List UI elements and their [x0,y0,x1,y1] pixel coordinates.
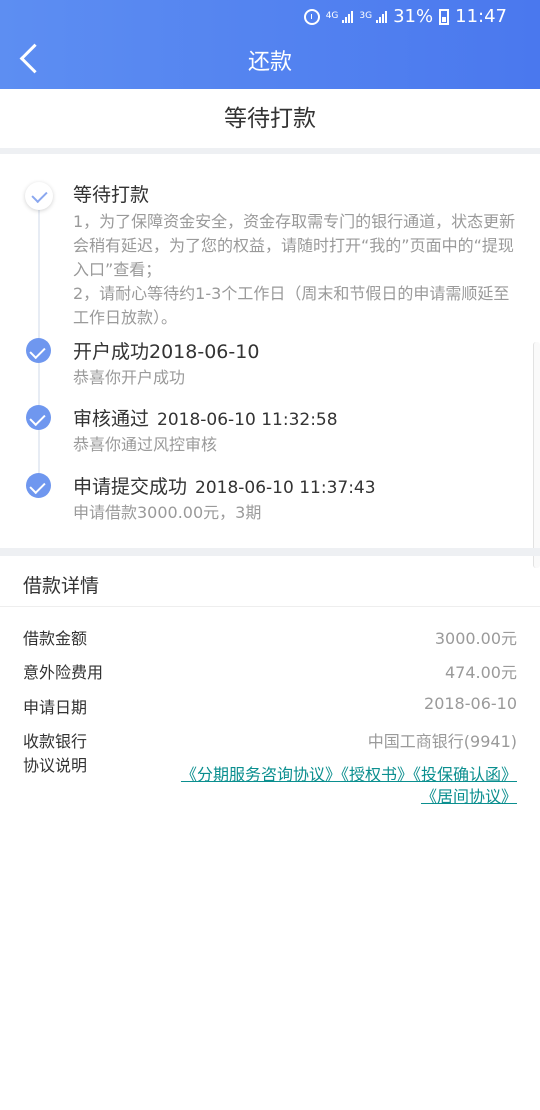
step-title: 申请提交成功 2018-06-10 11:37:43 [73,472,376,499]
detail-divider [0,606,540,607]
step-title: 等待打款 [73,184,150,206]
progress-timeline: 等待打款 1，为了保障资金安全，资金存取需专门的银行通道，状态更新会稍有延迟，为… [0,154,540,548]
network-3g-label: 3G [359,11,373,21]
insurance-fee-label: 意外险费用 [23,663,104,682]
alarm-icon [303,8,320,25]
pending-check-icon [25,182,53,210]
agreement-link[interactable]: 《居间协议》 [421,787,517,806]
header-bar: 4G 3G 31% 11:47 还款 [0,0,540,89]
step-time: 2018-06-10 11:37:43 [195,478,376,498]
signal-icon-2 [376,10,388,23]
step-description: 恭喜你开户成功 [73,368,186,387]
apply-date-value: 2018-06-10 [424,694,517,713]
network-4g-label: 4G [325,11,339,21]
status-title: 等待打款 [224,106,316,132]
loan-amount-value: 3000.00元 [434,629,517,648]
page-title: 还款 [247,50,292,75]
agreement-links: 《分期服务咨询协议》《授权书》《投保确认函》《居间协议》 [177,764,517,808]
completed-check-icon [26,473,51,498]
battery-percent: 31% [393,6,434,27]
status-bar: 4G 3G 31% 11:47 [0,0,540,34]
step-description: 1，为了保障资金安全，资金存取需专门的银行通道，状态更新会稍有延迟，为了您的权益… [73,212,516,327]
step-time: 2018-06-10 11:32:58 [157,410,338,430]
receiving-bank-label: 收款银行 [23,732,88,751]
step-title-text: 申请提交成功 [73,476,188,498]
step-title: 开户成功2018-06-10 [73,341,260,363]
agreement-label: 协议说明 [23,756,88,775]
clock-time: 11:47 [455,6,507,27]
signal-icon [342,10,354,23]
step-title-text: 审核通过 [73,408,150,430]
completed-check-icon [26,405,51,430]
agreement-link[interactable]: 《投保确认函》 [413,765,517,784]
scroll-indicator[interactable] [533,342,540,568]
loan-amount-label: 借款金额 [23,629,88,648]
agreement-link[interactable]: 《分期服务咨询协议》 [181,765,341,784]
step-description: 恭喜你通过风控审核 [73,435,218,454]
completed-check-icon [26,338,51,363]
status-icons: 4G 3G 31% 11:47 [303,6,507,27]
step-title: 审核通过 2018-06-10 11:32:58 [73,404,338,431]
step-description: 申请借款3000.00元，3期 [73,503,262,522]
battery-icon [439,8,450,25]
insurance-fee-value: 474.00元 [445,663,517,682]
receiving-bank-value: 中国工商银行(9941) [367,732,517,751]
agreement-link[interactable]: 《授权书》 [341,765,413,784]
section-divider [0,548,540,556]
apply-date-label: 申请日期 [23,698,88,717]
